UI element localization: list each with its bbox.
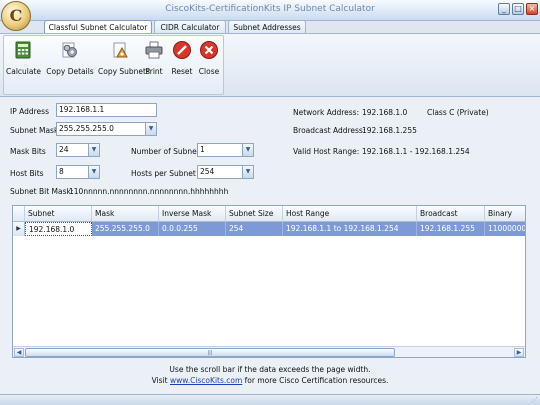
- chevron-down-icon[interactable]: ▼: [88, 144, 99, 156]
- reset-button[interactable]: Reset: [168, 38, 196, 78]
- visit-line: Visit www.CiscoKits.com for more Cisco C…: [0, 376, 540, 385]
- mask-bits-label: Mask Bits: [10, 147, 46, 156]
- chevron-down-icon[interactable]: ▼: [242, 144, 253, 156]
- tab-subnet-addresses[interactable]: Subnet Addresses: [228, 20, 306, 34]
- cell-inverse-mask[interactable]: 0.0.0.255: [159, 222, 226, 236]
- print-button[interactable]: Print: [142, 38, 166, 78]
- copy-subnets-label: Copy Subnets: [98, 67, 150, 76]
- scroll-left-icon[interactable]: ◀: [14, 348, 24, 357]
- ribbon: Calculate Copy Details Copy Subnets Prin…: [0, 33, 540, 97]
- copy-subnets-button[interactable]: Copy Subnets: [98, 38, 150, 78]
- valid-host-range-label: Valid Host Range:: [293, 147, 360, 156]
- cell-subnet[interactable]: 192.168.1.0: [25, 222, 92, 236]
- copy-details-label: Copy Details: [46, 67, 94, 76]
- app-logo-icon[interactable]: C: [1, 1, 31, 31]
- broadcast-address-label: Broadcast Address:: [293, 126, 366, 135]
- chevron-down-icon[interactable]: ▼: [88, 166, 99, 178]
- column-header-binary[interactable]: Binary: [485, 206, 525, 222]
- tab-cidr-calculator[interactable]: CIDR Calculator: [154, 20, 226, 34]
- cell-host-range[interactable]: 192.168.1.1 to 192.168.1.254: [283, 222, 417, 236]
- table-header: Subnet Mask Inverse Mask Subnet Size Hos…: [13, 206, 525, 222]
- host-bits-value: 8: [59, 167, 64, 176]
- maximize-button[interactable]: □: [512, 3, 524, 15]
- mask-bits-value: 24: [59, 145, 69, 154]
- subnet-mask-select[interactable]: 255.255.255.0 ▼: [56, 122, 157, 136]
- valid-host-range-value: 192.168.1.1 - 192.168.1.254: [362, 147, 470, 156]
- minimize-button[interactable]: _: [498, 3, 510, 15]
- column-header-host-range[interactable]: Host Range: [283, 206, 417, 222]
- table-row[interactable]: ▶ 192.168.1.0 255.255.255.0 0.0.0.255 25…: [13, 222, 525, 236]
- cell-mask[interactable]: 255.255.255.0: [92, 222, 159, 236]
- reset-label: Reset: [171, 67, 193, 76]
- horizontal-scrollbar[interactable]: ◀ ||| ▶: [13, 346, 525, 357]
- subnet-bit-mask-value: 110nnnnn.nnnnnnnn.nnnnnnnn.hhhhhhhh: [69, 187, 229, 196]
- scroll-right-icon[interactable]: ▶: [514, 348, 524, 357]
- address-class-value: Class C (Private): [427, 108, 489, 117]
- network-address-label: Network Address:: [293, 108, 360, 117]
- cell-subnet-size[interactable]: 254: [226, 222, 283, 236]
- reset-icon: [173, 41, 191, 59]
- printer-icon: [145, 41, 163, 59]
- close-button[interactable]: Close: [196, 38, 222, 78]
- column-header-subnet[interactable]: Subnet: [25, 206, 92, 222]
- hosts-per-subnet-select[interactable]: 254 ▼: [197, 165, 254, 179]
- close-label: Close: [198, 67, 220, 76]
- calculator-icon: [15, 41, 31, 59]
- mask-bits-select[interactable]: 24 ▼: [56, 143, 100, 157]
- column-header-broadcast[interactable]: Broadcast: [417, 206, 485, 222]
- column-header-inverse-mask[interactable]: Inverse Mask: [159, 206, 226, 222]
- row-selector-icon[interactable]: ▶: [13, 222, 25, 236]
- scrollbar-thumb[interactable]: |||: [25, 348, 395, 357]
- ciscokits-link[interactable]: www.CiscoKits.com: [170, 376, 242, 385]
- chevron-down-icon[interactable]: ▼: [242, 166, 253, 178]
- hosts-per-subnet-value: 254: [200, 167, 215, 176]
- number-of-subnets-label: Number of Subnets: [131, 147, 204, 156]
- number-of-subnets-select[interactable]: 1 ▼: [197, 143, 254, 157]
- close-icon: [200, 41, 218, 59]
- ip-address-input[interactable]: 192.168.1.1: [56, 103, 157, 117]
- visit-suffix-text: for more Cisco Certification resources.: [244, 376, 389, 385]
- column-header-subnet-size[interactable]: Subnet Size: [226, 206, 283, 222]
- subnet-mask-label: Subnet Mask: [10, 126, 59, 135]
- subnet-table[interactable]: Subnet Mask Inverse Mask Subnet Size Hos…: [12, 205, 526, 358]
- chevron-down-icon[interactable]: ▼: [145, 123, 156, 135]
- gears-icon: [62, 42, 77, 58]
- number-of-subnets-value: 1: [200, 145, 205, 154]
- cell-broadcast[interactable]: 192.168.1.255: [417, 222, 485, 236]
- calculate-button[interactable]: Calculate: [6, 38, 42, 78]
- ribbon-group: Calculate Copy Details Copy Subnets Prin…: [3, 35, 224, 95]
- column-header-mask[interactable]: Mask: [92, 206, 159, 222]
- resize-grip-icon[interactable]: ⋰: [531, 396, 538, 404]
- row-header-corner: [13, 206, 25, 222]
- network-address-value: 192.168.1.0: [362, 108, 408, 117]
- subnet-mask-value: 255.255.255.0: [59, 124, 114, 133]
- host-bits-label: Host Bits: [10, 169, 44, 178]
- ip-address-label: IP Address: [10, 107, 49, 116]
- cell-binary[interactable]: 11000000.1: [485, 222, 525, 236]
- calculate-label: Calculate: [6, 67, 42, 76]
- copy-subnets-icon: [113, 42, 128, 58]
- subnet-bit-mask-label: Subnet Bit Mask:: [10, 187, 74, 196]
- copy-details-button[interactable]: Copy Details: [44, 38, 96, 78]
- visit-text: Visit: [151, 376, 168, 385]
- print-label: Print: [145, 67, 163, 76]
- host-bits-select[interactable]: 8 ▼: [56, 165, 100, 179]
- window-title: CiscoKits-CertificationKits IP Subnet Ca…: [165, 4, 375, 14]
- window-close-button[interactable]: ×: [526, 3, 538, 15]
- title-bar: CiscoKits-CertificationKits IP Subnet Ca…: [0, 0, 540, 21]
- scroll-hint-text: Use the scroll bar if the data exceeds t…: [169, 365, 371, 374]
- hosts-per-subnet-label: Hosts per Subnet: [131, 169, 196, 178]
- status-bar: ⋰: [0, 394, 540, 405]
- broadcast-address-value: 192.168.1.255: [362, 126, 417, 135]
